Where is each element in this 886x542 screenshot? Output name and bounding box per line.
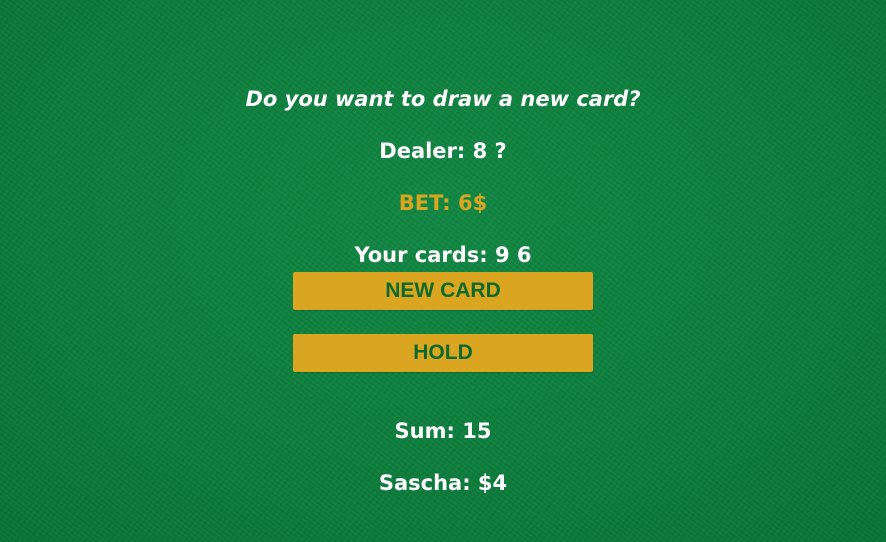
blackjack-table: Do you want to draw a new card? Dealer: … [0,0,886,542]
dealer-cards: Dealer: 8 ? [379,139,507,163]
player-cards: Your cards: 9 6 [354,243,532,267]
card-sum: Sum: 15 [394,419,492,443]
game-message: Do you want to draw a new card? [245,87,641,111]
bet-amount: BET: 6$ [398,191,488,215]
hold-button[interactable]: HOLD [293,334,593,372]
new-card-button[interactable]: NEW CARD [293,272,593,310]
player-balance: Sascha: $4 [378,471,508,495]
